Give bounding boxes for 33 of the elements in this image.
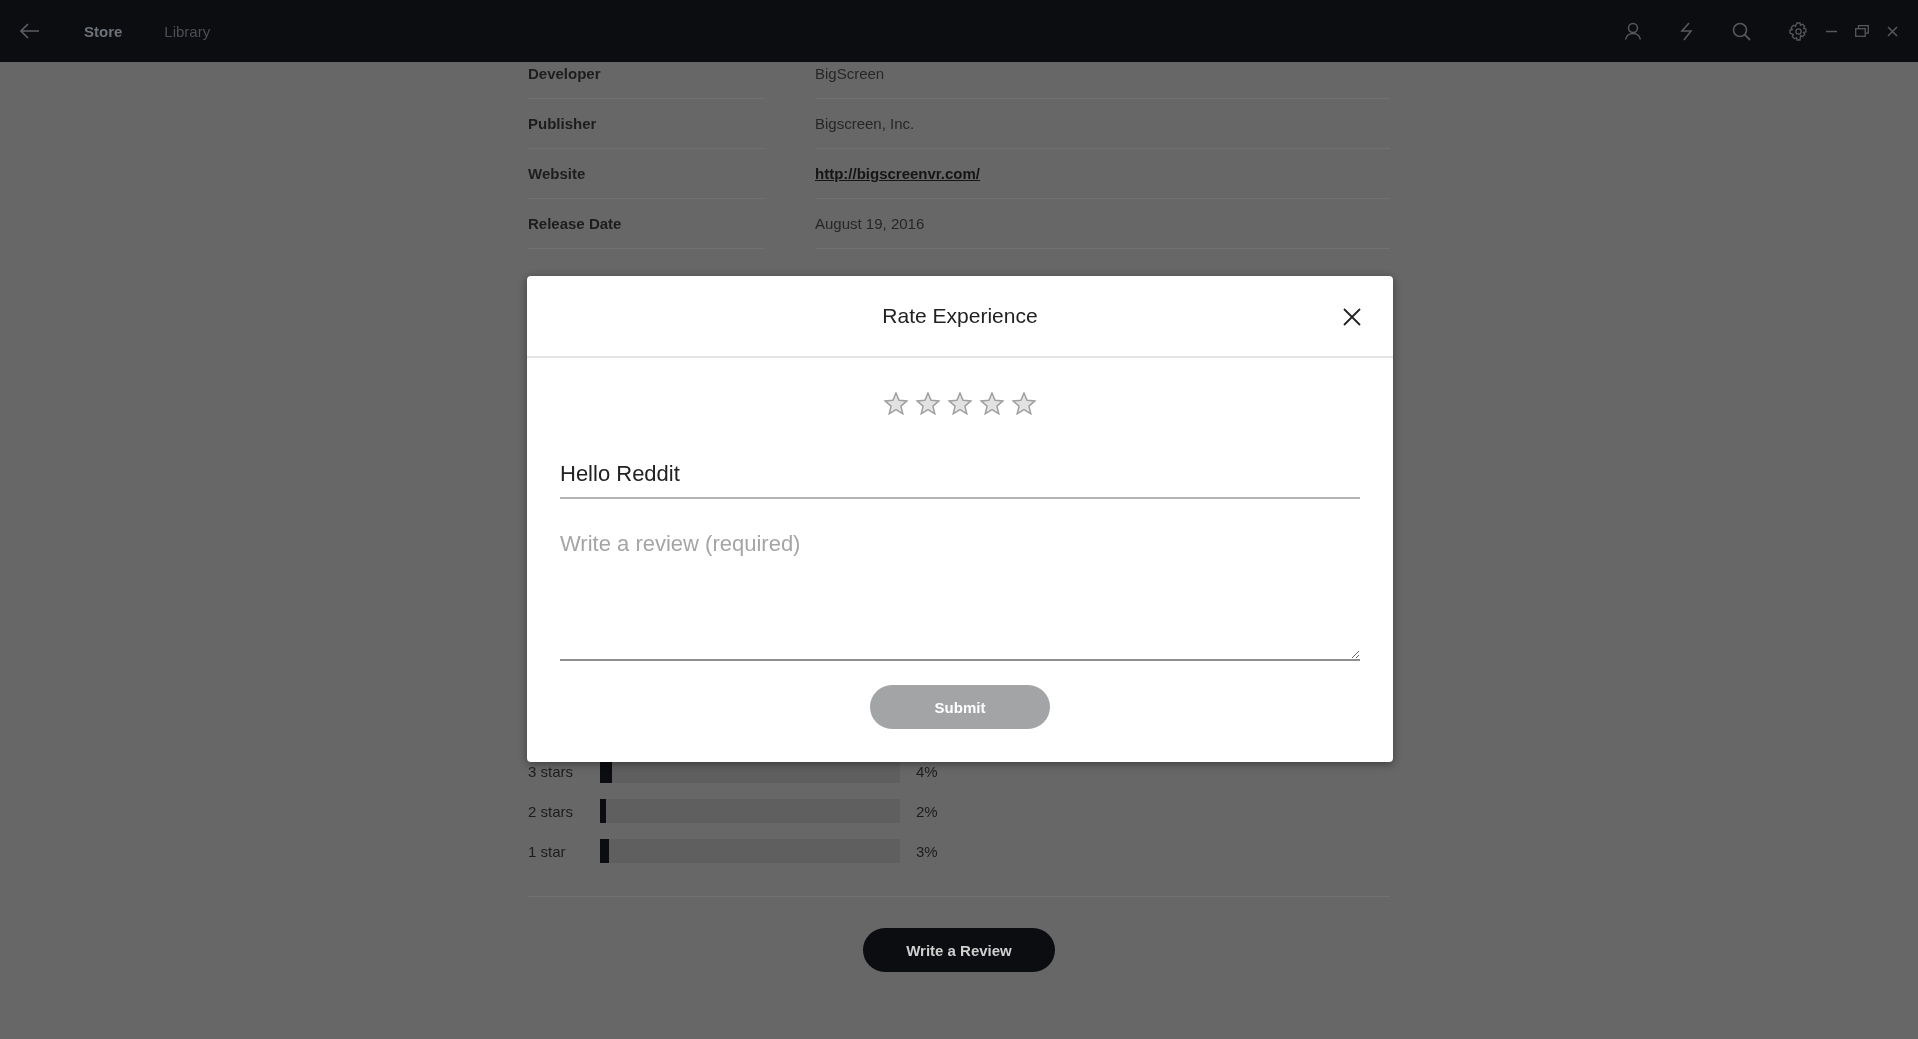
- detail-label: Website: [528, 165, 586, 182]
- settings-icon[interactable]: [1789, 21, 1808, 41]
- detail-value: BigScreen: [815, 65, 885, 82]
- rating-percent: 3%: [916, 842, 938, 860]
- detail-label: Publisher: [528, 115, 597, 132]
- dialog-title: Rate Experience: [882, 304, 1038, 328]
- rating-label: 1 star: [528, 842, 567, 860]
- write-review-button[interactable]: Write a Review: [863, 928, 1055, 972]
- rating-label: 2 stars: [528, 802, 574, 820]
- star-icon[interactable]: [948, 392, 972, 415]
- rating-percent: 2%: [916, 802, 938, 820]
- close-icon[interactable]: [1343, 308, 1361, 326]
- minimize-icon[interactable]: [1826, 29, 1837, 33]
- detail-label: Developer: [528, 65, 601, 82]
- title-field[interactable]: Hello Reddit: [560, 461, 1360, 499]
- star-icon[interactable]: [884, 392, 908, 415]
- detail-value: Bigscreen, Inc.: [815, 115, 915, 132]
- restore-icon[interactable]: [1855, 25, 1869, 37]
- lightning-icon[interactable]: [1680, 21, 1694, 41]
- rating-percent: 4%: [916, 762, 938, 780]
- detail-value: August 19, 2016: [815, 215, 925, 232]
- user-icon[interactable]: [1624, 22, 1642, 40]
- star-icon[interactable]: [1012, 392, 1036, 415]
- star-icon[interactable]: [916, 392, 940, 415]
- nav-tab[interactable]: Library: [164, 18, 211, 44]
- search-icon[interactable]: [1732, 21, 1751, 41]
- detail-label: Release Date: [528, 215, 622, 232]
- star-icon[interactable]: [980, 392, 1004, 415]
- nav-tab[interactable]: Store: [84, 18, 123, 44]
- back-arrow-icon[interactable]: [20, 23, 40, 39]
- review-field[interactable]: Write a review (required): [560, 527, 1360, 661]
- website-link[interactable]: http://bigscreenvr.com/: [815, 165, 981, 182]
- rating-label: 3 stars: [528, 762, 574, 780]
